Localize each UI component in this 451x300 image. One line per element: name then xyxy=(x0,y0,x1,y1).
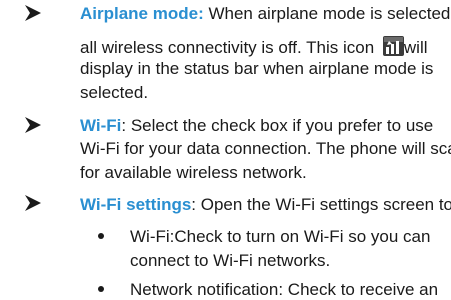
airplane-mode-text: all wireless connectivity is off. This i… xyxy=(80,38,375,57)
airplane-mode-item-line2: all wireless connectivity is off. This i… xyxy=(80,36,428,58)
airplane-mode-text: will xyxy=(403,38,428,57)
airplane-mode-status-icon xyxy=(382,36,404,56)
airplane-mode-item-line1: Airplane mode: When airplane mode is sel… xyxy=(80,4,451,24)
wifi-item-line2: Wi-Fi for your data connection. The phon… xyxy=(80,139,451,158)
dot-bullet-icon xyxy=(98,286,104,292)
wifi-item-line1: Wi-Fi: Select the check box if you prefe… xyxy=(80,116,433,136)
airplane-mode-item-line4: selected. xyxy=(80,83,149,102)
wifi-toggle-subitem-line2: connect to Wi-Fi networks. xyxy=(130,251,331,270)
airplane-mode-item-line3: display in the status bar when airplane … xyxy=(80,59,434,78)
network-notification-subitem-line1: Network notification: Check to receive a… xyxy=(130,280,439,299)
wifi-item-line3: for available wireless network. xyxy=(80,163,307,182)
wifi-settings-text: : Open the Wi-Fi settings screen to xyxy=(191,195,451,214)
wifi-settings-item-line1: Wi-Fi settings: Open the Wi-Fi settings … xyxy=(80,195,451,215)
airplane-mode-term: Airplane mode: xyxy=(80,4,204,23)
dot-bullet-icon xyxy=(98,233,104,239)
arrowhead-bullet-icon xyxy=(25,5,41,21)
wifi-settings-term: Wi-Fi settings xyxy=(80,195,192,214)
airplane-mode-text: When airplane mode is selected, xyxy=(203,4,451,23)
wifi-term: Wi-Fi xyxy=(80,116,122,135)
arrowhead-bullet-icon xyxy=(25,195,41,211)
arrowhead-bullet-icon xyxy=(25,117,41,133)
wifi-toggle-subitem-line1: Wi-Fi:Check to turn on Wi-Fi so you can xyxy=(130,227,431,246)
wifi-text: : Select the check box if you prefer to … xyxy=(121,116,434,135)
